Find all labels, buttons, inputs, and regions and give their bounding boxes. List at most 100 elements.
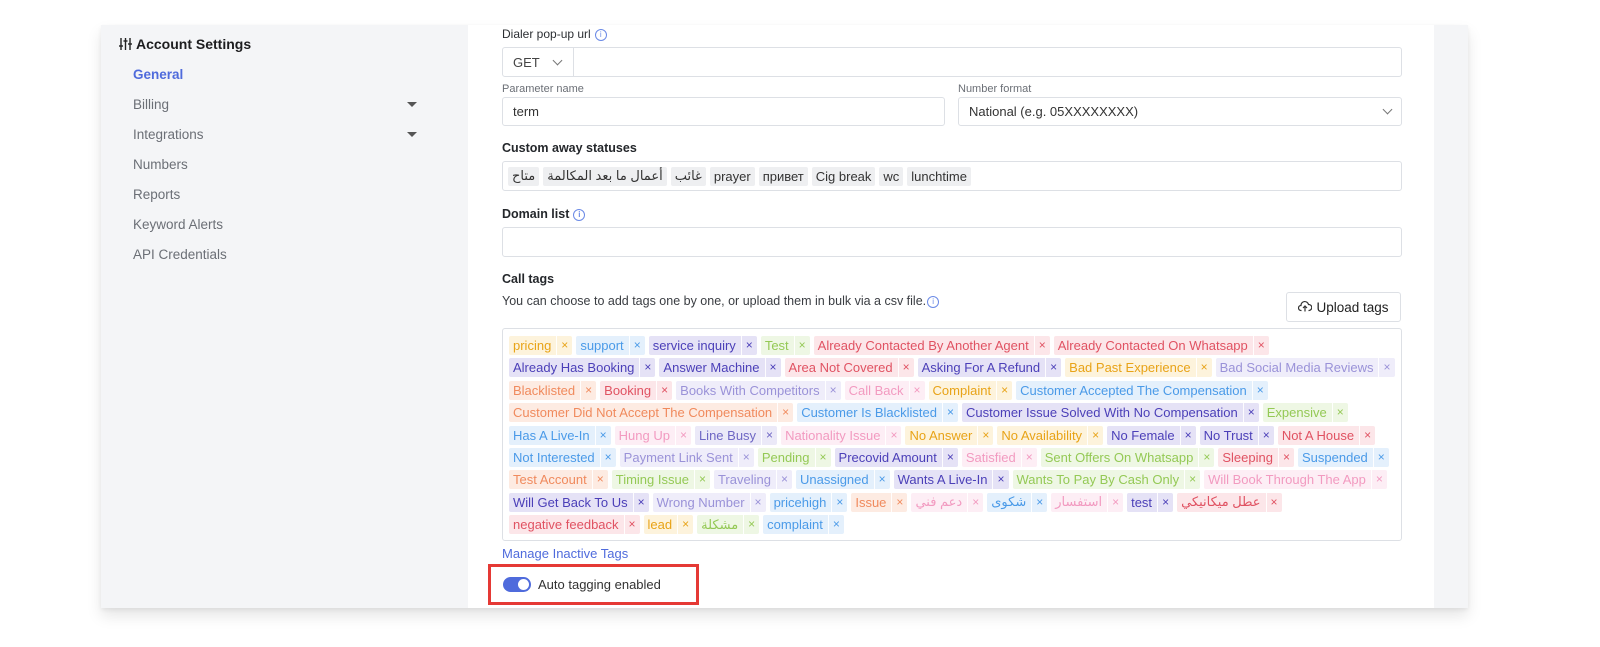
call-tag: دعم فني × bbox=[911, 492, 984, 512]
remove-tag-icon[interactable]: × bbox=[942, 403, 958, 423]
remove-tag-icon[interactable]: × bbox=[628, 336, 645, 355]
call-tag-label: Will Get Back To Us bbox=[513, 494, 628, 510]
away-status-chip[interactable]: wc bbox=[879, 166, 904, 186]
remove-tag-icon[interactable]: × bbox=[623, 515, 640, 535]
call-tags-description-text: You can choose to add tags one by one, o… bbox=[502, 294, 927, 308]
remove-tag-icon[interactable]: × bbox=[737, 447, 754, 467]
remove-tag-icon[interactable]: × bbox=[831, 492, 847, 512]
remove-tag-icon[interactable]: × bbox=[873, 470, 890, 490]
remove-tag-icon[interactable]: × bbox=[941, 447, 958, 467]
remove-tag-icon[interactable]: × bbox=[1020, 447, 1037, 467]
remove-tag-icon[interactable]: × bbox=[977, 425, 993, 445]
upload-tags-button[interactable]: Upload tags bbox=[1286, 292, 1401, 322]
away-status-chip[interactable]: prayer bbox=[709, 166, 755, 186]
remove-tag-icon[interactable]: × bbox=[775, 470, 792, 490]
remove-tag-icon[interactable]: × bbox=[1242, 403, 1259, 423]
dialer-url-label: Dialer pop-up url i bbox=[502, 27, 607, 41]
parameter-name-input[interactable]: term bbox=[502, 97, 945, 126]
sidebar-item-reports[interactable]: Reports bbox=[133, 183, 423, 205]
remove-tag-icon[interactable]: × bbox=[1179, 425, 1196, 445]
remove-tag-icon[interactable]: × bbox=[824, 380, 841, 400]
remove-tag-icon[interactable]: × bbox=[1087, 425, 1103, 445]
dialer-url-input[interactable] bbox=[573, 47, 1402, 77]
remove-tag-icon[interactable]: × bbox=[897, 358, 914, 378]
remove-tag-icon[interactable]: × bbox=[891, 492, 907, 512]
call-tag-label: Has A Live-In bbox=[513, 427, 590, 443]
info-icon[interactable]: i bbox=[594, 28, 607, 41]
call-tags-input[interactable]: pricing × support × service inquiry × Test × Alr… bbox=[502, 328, 1402, 541]
http-method-select[interactable]: GET bbox=[502, 47, 574, 77]
remove-tag-icon[interactable]: × bbox=[1184, 470, 1200, 490]
sidebar-item-general[interactable]: General bbox=[133, 63, 423, 85]
remove-tag-icon[interactable]: × bbox=[632, 492, 649, 512]
away-statuses-input[interactable]: متاح أعمال ما بعد المكالمة غائب prayer приве… bbox=[502, 161, 1402, 191]
remove-tag-icon[interactable]: × bbox=[1277, 447, 1294, 467]
remove-tag-icon[interactable]: × bbox=[693, 470, 710, 490]
remove-tag-icon[interactable]: × bbox=[992, 470, 1008, 490]
remove-tag-icon[interactable]: × bbox=[599, 447, 616, 467]
away-status-chip[interactable]: привет bbox=[758, 166, 808, 186]
away-status-chip[interactable]: Cig break bbox=[811, 166, 876, 186]
remove-tag-icon[interactable]: × bbox=[1257, 425, 1274, 445]
remove-tag-icon[interactable]: × bbox=[1031, 492, 1047, 512]
call-tag-label: Traveling bbox=[717, 472, 771, 488]
remove-tag-icon[interactable]: × bbox=[591, 470, 608, 490]
remove-tag-icon[interactable]: × bbox=[639, 358, 655, 378]
remove-tag-icon[interactable]: × bbox=[885, 425, 901, 445]
remove-tag-icon[interactable]: × bbox=[793, 336, 810, 355]
call-tag-label: Satisfied bbox=[965, 449, 1016, 465]
sidebar-item-numbers[interactable]: Numbers bbox=[133, 153, 423, 175]
remove-tag-icon[interactable]: × bbox=[594, 425, 611, 445]
remove-tag-icon[interactable]: × bbox=[827, 515, 844, 535]
remove-tag-icon[interactable]: × bbox=[1370, 470, 1387, 490]
info-icon[interactable]: i bbox=[927, 295, 940, 308]
remove-tag-icon[interactable]: × bbox=[967, 492, 983, 512]
call-tag: Already Has Booking × bbox=[509, 358, 656, 378]
call-tag: Precovid Amount × bbox=[834, 447, 958, 467]
remove-tag-icon[interactable]: × bbox=[743, 515, 759, 535]
remove-tag-icon[interactable]: × bbox=[1198, 447, 1214, 467]
remove-tag-icon[interactable]: × bbox=[1107, 492, 1123, 512]
away-status-chip[interactable]: غائب bbox=[670, 166, 706, 186]
sidebar-item-integrations[interactable]: Integrations bbox=[133, 123, 423, 145]
number-format-select[interactable]: National (e.g. 05XXXXXXXX) bbox=[958, 97, 1402, 126]
remove-tag-icon[interactable]: × bbox=[764, 358, 781, 378]
remove-tag-icon[interactable]: × bbox=[1252, 336, 1269, 355]
sidebar-item-api-credentials[interactable]: API Credentials bbox=[133, 243, 423, 265]
remove-tag-icon[interactable]: × bbox=[1331, 403, 1348, 423]
remove-tag-icon[interactable]: × bbox=[1265, 492, 1282, 512]
remove-tag-icon[interactable]: × bbox=[777, 403, 793, 423]
remove-tag-icon[interactable]: × bbox=[1378, 358, 1394, 378]
info-icon[interactable]: i bbox=[573, 208, 586, 221]
remove-tag-icon[interactable]: × bbox=[1251, 380, 1268, 400]
call-tag: Hung Up × bbox=[614, 425, 691, 445]
call-tags-label: Call tags bbox=[502, 272, 555, 286]
away-status-chip[interactable]: أعمال ما بعد المكالمة bbox=[543, 166, 667, 186]
away-status-chip[interactable]: متاح bbox=[508, 166, 540, 186]
sidebar-item-keyword-alerts[interactable]: Keyword Alerts bbox=[133, 213, 423, 235]
remove-tag-icon[interactable]: × bbox=[1157, 492, 1173, 512]
remove-tag-icon[interactable]: × bbox=[749, 492, 766, 512]
remove-tag-icon[interactable]: × bbox=[1033, 336, 1050, 355]
remove-tag-icon[interactable]: × bbox=[656, 380, 672, 400]
remove-tag-icon[interactable]: × bbox=[761, 425, 777, 445]
remove-tag-icon[interactable]: × bbox=[1045, 358, 1061, 378]
remove-tag-icon[interactable]: × bbox=[814, 447, 831, 467]
domain-list-input[interactable] bbox=[502, 227, 1402, 257]
sidebar-item-billing[interactable]: Billing bbox=[133, 93, 423, 115]
auto-tagging-toggle[interactable] bbox=[503, 577, 531, 592]
remove-tag-icon[interactable]: × bbox=[1195, 358, 1212, 378]
remove-tag-icon[interactable]: × bbox=[677, 515, 693, 535]
remove-tag-icon[interactable]: × bbox=[1359, 425, 1375, 445]
dialer-url-label-text: Dialer pop-up url bbox=[502, 27, 591, 41]
remove-tag-icon[interactable]: × bbox=[580, 380, 596, 400]
remove-tag-icon[interactable]: × bbox=[908, 380, 925, 400]
remove-tag-icon[interactable]: × bbox=[1372, 447, 1389, 467]
remove-tag-icon[interactable]: × bbox=[556, 336, 572, 355]
away-status-chip[interactable]: lunchtime bbox=[907, 166, 971, 186]
manage-inactive-tags-link[interactable]: Manage Inactive Tags bbox=[502, 546, 628, 561]
remove-tag-icon[interactable]: × bbox=[674, 425, 691, 445]
remove-tag-icon[interactable]: × bbox=[996, 380, 1012, 400]
remove-tag-icon[interactable]: × bbox=[740, 336, 757, 355]
call-tag-label: Complaint bbox=[932, 382, 992, 398]
